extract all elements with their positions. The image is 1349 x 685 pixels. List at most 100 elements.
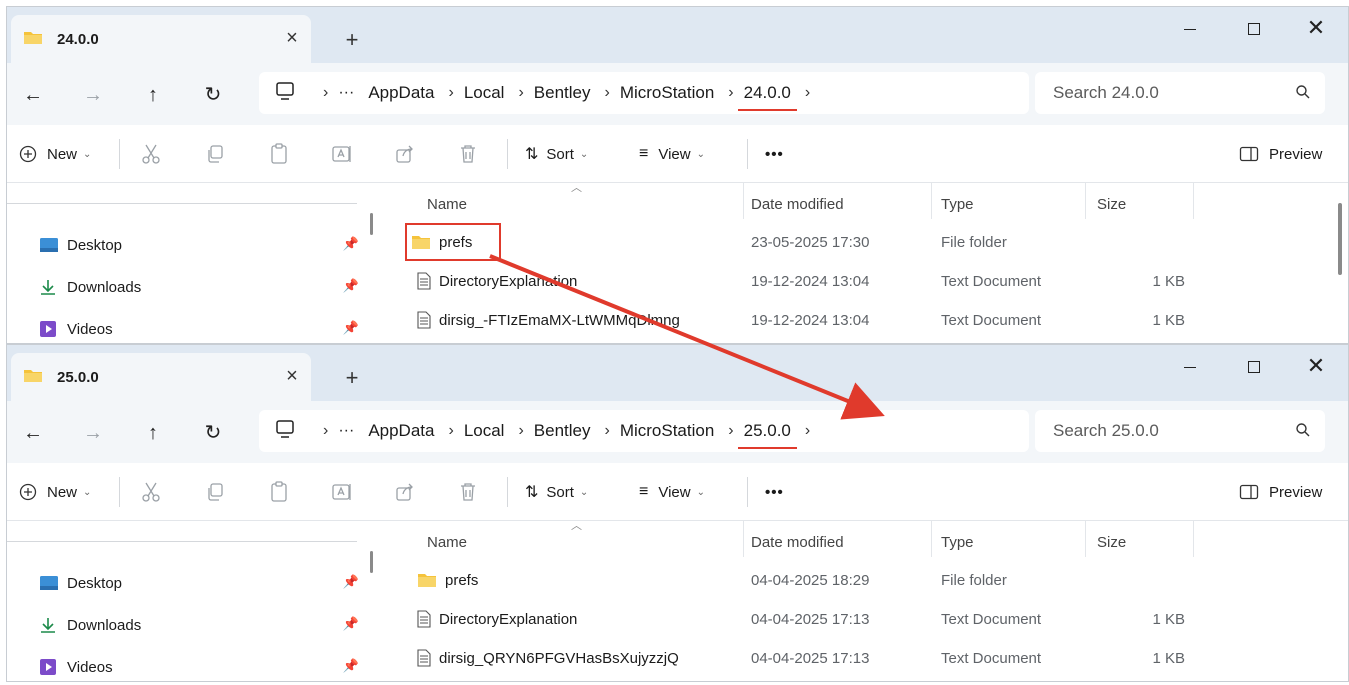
chevron-right-icon[interactable]: › [728,422,733,440]
breadcrumb-bentley[interactable]: Bentley [534,421,591,441]
breadcrumb-current[interactable]: 25.0.0 [737,421,798,449]
preview-button[interactable]: Preview [1239,479,1322,505]
up-arrow-icon[interactable]: ↑ [139,81,167,109]
table-row[interactable]: DirectoryExplanation 04-04-2025 17:13 Te… [385,600,1285,638]
nav-item-videos[interactable]: Videos 📌 [39,654,359,680]
pin-icon[interactable]: 📌 [343,278,359,294]
table-row[interactable]: prefs 04-04-2025 18:29 File folder [385,561,1285,599]
nav-item-desktop[interactable]: Desktop 📌 [39,570,359,596]
maximize-button[interactable] [1224,11,1284,45]
tab-25[interactable]: 25.0.0 × [11,353,311,401]
sort-button[interactable]: ⇅ Sort ⌄ [525,141,588,167]
refresh-icon[interactable]: ↻ [199,81,227,109]
chevron-right-icon[interactable]: › [728,84,733,102]
chevron-right-icon[interactable]: › [604,84,609,102]
search-icon[interactable] [1295,422,1311,442]
more-locations-icon[interactable]: ··· [338,84,354,102]
column-header-date[interactable]: Date modified [751,521,844,563]
chevron-right-icon[interactable]: › [448,84,453,102]
column-header-type[interactable]: Type [941,521,974,563]
computer-icon[interactable] [275,419,295,443]
column-header-size[interactable]: Size [1097,521,1126,563]
computer-icon[interactable] [275,81,295,105]
table-row[interactable]: prefs 23-05-2025 17:30 File folder [385,223,1285,261]
pin-icon[interactable]: 📌 [343,658,359,674]
pin-icon[interactable]: 📌 [343,236,359,252]
sort-button[interactable]: ⇅ Sort ⌄ [525,479,588,505]
paste-icon[interactable] [269,141,289,167]
new-tab-icon[interactable]: + [339,27,365,53]
delete-icon[interactable] [459,141,477,167]
nav-scrollbar[interactable] [370,551,373,573]
new-button[interactable]: New ⌄ [19,141,91,167]
more-locations-icon[interactable]: ··· [338,422,354,440]
search-input[interactable] [1053,83,1273,103]
chevron-right-icon[interactable]: › [323,422,328,440]
close-tab-icon[interactable]: × [281,365,303,387]
delete-icon[interactable] [459,479,477,505]
chevron-right-icon[interactable]: › [323,84,328,102]
nav-item-videos[interactable]: Videos 📌 [39,316,359,342]
tab-24[interactable]: 24.0.0 × [11,15,311,63]
share-icon[interactable] [395,479,415,505]
column-header-date[interactable]: Date modified [751,183,844,225]
search-input[interactable] [1053,421,1273,441]
breadcrumb-microstation[interactable]: MicroStation [620,421,714,441]
back-arrow-icon[interactable]: ← [19,419,47,447]
breadcrumb-microstation[interactable]: MicroStation [620,83,714,103]
close-window-button[interactable]: ✕ [1286,11,1346,45]
table-row[interactable]: dirsig_QRYN6PFGVHasBsXujyzzjQ 04-04-2025… [385,639,1285,677]
breadcrumb-bentley[interactable]: Bentley [534,83,591,103]
preview-button[interactable]: Preview [1239,141,1322,167]
copy-icon[interactable] [205,479,225,505]
nav-scrollbar[interactable] [370,213,373,235]
cut-icon[interactable] [141,479,161,505]
close-window-button[interactable]: ✕ [1286,349,1346,383]
address-bar[interactable]: › ··· AppData › Local › Bentley › MicroS… [259,410,1029,452]
chevron-right-icon[interactable]: › [805,422,810,440]
chevron-right-icon[interactable]: › [448,422,453,440]
breadcrumb-current[interactable]: 24.0.0 [737,83,798,111]
table-row[interactable]: dirsig_-FTIzEmaMX-LtWMMqDlmng 19-12-2024… [385,301,1285,339]
view-button[interactable]: ≡ View ⌄ [639,141,705,167]
table-row[interactable]: DirectoryExplanation 19-12-2024 13:04 Te… [385,262,1285,300]
chevron-right-icon[interactable]: › [518,84,523,102]
pin-icon[interactable]: 📌 [343,616,359,632]
vertical-scrollbar[interactable] [1338,203,1342,275]
paste-icon[interactable] [269,479,289,505]
pin-icon[interactable]: 📌 [343,320,359,336]
cut-icon[interactable] [141,141,161,167]
chevron-right-icon[interactable]: › [604,422,609,440]
nav-item-downloads[interactable]: Downloads 📌 [39,612,359,638]
search-icon[interactable] [1295,84,1311,104]
search-box[interactable] [1035,410,1325,452]
column-header-name[interactable]: Name [427,183,467,225]
more-options-button[interactable]: ••• [765,479,784,505]
forward-arrow-icon[interactable]: → [79,81,107,109]
new-button[interactable]: New ⌄ [19,479,91,505]
chevron-right-icon[interactable]: › [518,422,523,440]
address-bar[interactable]: › ··· AppData › Local › Bentley › MicroS… [259,72,1029,114]
minimize-button[interactable] [1160,11,1220,45]
search-box[interactable] [1035,72,1325,114]
up-arrow-icon[interactable]: ↑ [139,419,167,447]
breadcrumb-local[interactable]: Local [464,421,505,441]
view-button[interactable]: ≡ View ⌄ [639,479,705,505]
breadcrumb-appdata[interactable]: AppData [368,421,434,441]
breadcrumb-local[interactable]: Local [464,83,505,103]
copy-icon[interactable] [205,141,225,167]
pin-icon[interactable]: 📌 [343,574,359,590]
column-header-name[interactable]: Name [427,521,467,563]
column-header-type[interactable]: Type [941,183,974,225]
refresh-icon[interactable]: ↻ [199,419,227,447]
breadcrumb-appdata[interactable]: AppData [368,83,434,103]
minimize-button[interactable] [1160,349,1220,383]
rename-icon[interactable] [331,141,353,167]
back-arrow-icon[interactable]: ← [19,81,47,109]
close-tab-icon[interactable]: × [281,27,303,49]
nav-item-desktop[interactable]: Desktop 📌 [39,232,359,258]
rename-icon[interactable] [331,479,353,505]
new-tab-icon[interactable]: + [339,365,365,391]
share-icon[interactable] [395,141,415,167]
nav-item-downloads[interactable]: Downloads 📌 [39,274,359,300]
